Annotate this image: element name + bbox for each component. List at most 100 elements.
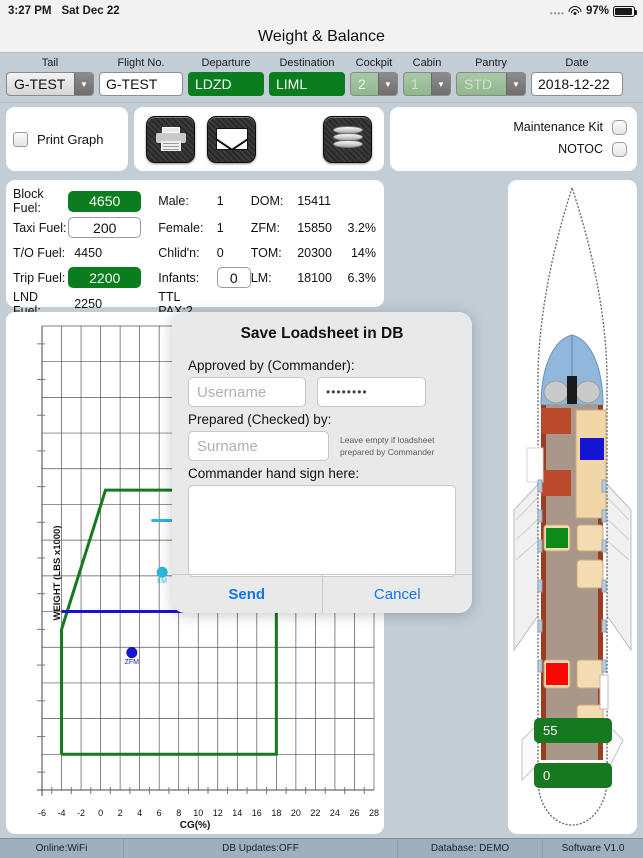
flight-no-input[interactable]: G-TEST [99,72,183,96]
field-departure: Departure LDZD [188,56,264,96]
cabin-label: Cabin [412,57,442,69]
save-to-database-button[interactable] [323,115,372,163]
fuel-value-input[interactable]: 200 [68,217,142,238]
envelope-icon [215,128,248,150]
loadsheet-data-panel: Block Fuel: 4650 Male: 1 DOM: 15411 Taxi Fuel:… [6,180,384,318]
battery-percent: 97% [585,5,609,17]
field-cockpit: Cockpit 2 ▼ [350,56,398,96]
notoc-row[interactable]: NOTOC [390,138,627,160]
table-row: Block Fuel: 4650 Male: 1 DOM: 15411 [13,187,384,215]
pax-value: 1 [216,194,224,208]
printer-icon [155,127,186,151]
pax-value[interactable]: 0 [216,265,251,290]
fuel-value-pill[interactable]: 4650 [68,190,142,212]
chevron-down-icon: ▼ [506,73,525,95]
mass-value: 20300 [297,245,332,260]
mass-label: LM: [250,270,272,285]
modal-body: Approved by (Commander): Username ••••••… [172,343,472,577]
fuel-value[interactable]: 2200 [68,265,158,290]
tail-label: Tail [41,57,59,69]
tail-select[interactable]: G-TEST ▼ [6,72,94,96]
cockpit-value: 2 [358,76,366,92]
field-tail: Tail G-TEST ▼ [6,56,94,96]
pantry-select[interactable]: STD ▼ [456,72,526,96]
cockpit-select[interactable]: 2 ▼ [350,72,398,96]
signature-canvas[interactable] [188,485,456,577]
battery-icon [613,5,637,17]
cargo-aft-value[interactable]: 55 [534,718,612,743]
field-cabin: Cabin 1 ▼ [403,56,451,96]
ios-status-bar: 3:27 PM Sat Dec 22 •••• 97% [0,0,643,22]
print-graph-card: Print Graph [6,107,128,171]
field-pantry: Pantry STD ▼ [456,56,526,96]
cargo-fwd-value[interactable]: 0 [534,763,612,788]
loadsheet-data-table: Block Fuel: 4650 Male: 1 DOM: 15411 Taxi Fuel:… [13,187,384,318]
date-input[interactable]: 2018-12-22 [531,72,623,96]
send-button[interactable]: Send [172,575,323,613]
destination-label: Destination [279,57,335,69]
modal-title: Save Loadsheet in DB [240,325,404,342]
table-row: Trip Fuel: 2200 Infants: 0 LM: 18100 6.3% [13,265,384,290]
fuel-label: Trip Fuel: [13,270,66,285]
cancel-button[interactable]: Cancel [323,575,473,613]
pax-label: Chlid'n: [158,245,200,260]
pax-label: Female: [158,220,204,235]
infants-input[interactable]: 0 [216,267,251,288]
flight-no-label: Flight No. [117,57,165,69]
departure-input[interactable]: LDZD [188,72,264,96]
footer-online: Online:WiFi [0,839,124,858]
mass-percent: 6.3% [347,270,377,285]
surname-input[interactable]: Surname [188,431,329,461]
fuel-value-pill[interactable]: 2200 [68,267,142,288]
mass-label: TOM: [250,245,282,260]
tail-value: G-TEST [14,76,66,92]
print-graph-checkbox[interactable] [13,131,28,147]
prepared-hint: Leave empty if loadsheet prepared by Com… [340,435,435,457]
pax-label: Infants: [158,270,200,285]
page-title-bar: Weight & Balance [0,22,643,53]
pantry-label: Pantry [475,57,507,69]
fuel-label: Taxi Fuel: [13,220,67,235]
fuel-value[interactable]: 4650 [68,187,158,215]
cabin-value: 1 [411,76,419,92]
fuel-value[interactable]: 200 [68,215,158,240]
seat-highlight-red [546,663,568,685]
notoc-checkbox[interactable] [612,141,627,157]
maintenance-kit-row[interactable]: Maintenance Kit [390,116,627,138]
seat-highlight-blue [580,438,604,460]
chevron-down-icon: ▼ [74,73,93,95]
username-input[interactable]: Username [188,377,306,407]
flight-form-row: Tail G-TEST ▼ Flight No. G-TEST Departur… [0,53,643,103]
status-time: 3:27 PM [8,5,52,17]
hand-sign-label: Commander hand sign here: [188,466,360,481]
destination-input[interactable]: LIML [269,72,345,96]
field-date: Date 2018-12-22 [531,56,623,96]
cabin-select[interactable]: 1 ▼ [403,72,451,96]
chart-point-label: LM [157,578,167,586]
pax-label: Male: [158,194,189,208]
table-row: T/O Fuel: 4450 Chlid'n: 0 TOM: 20300 14% [13,240,384,265]
email-button[interactable] [207,115,256,163]
fuel-label: T/O Fuel: [13,245,66,260]
mass-percent [348,187,385,215]
departure-label: Departure [201,57,251,69]
maintenance-kit-checkbox[interactable] [612,119,627,135]
footer-db-updates: DB Updates:OFF [124,839,398,858]
chart-point-label: ZFM [124,658,140,666]
chevron-down-icon: ▼ [378,73,397,95]
status-date: Sat Dec 22 [61,5,120,17]
mass-percent: 14% [350,245,376,260]
mass-value: 15411 [297,194,332,208]
pax-value: 1 [216,220,224,235]
maintenance-kit-label: Maintenance Kit [513,120,603,134]
mass-label: ZFM: [250,220,280,235]
page-title: Weight & Balance [258,28,385,45]
print-button[interactable] [146,115,195,163]
password-input[interactable]: •••••••• [317,377,426,407]
table-row: Taxi Fuel: 200 Female: 1 ZFM: 15850 3.2% [13,215,384,240]
aircraft-seatmap-panel[interactable]: 55 0 [508,180,637,834]
mass-label: DOM: [250,194,284,208]
status-footer: Online:WiFi DB Updates:OFF Database: DEM… [0,838,643,858]
action-buttons-card [134,107,384,171]
seat-highlight-green [546,528,568,548]
